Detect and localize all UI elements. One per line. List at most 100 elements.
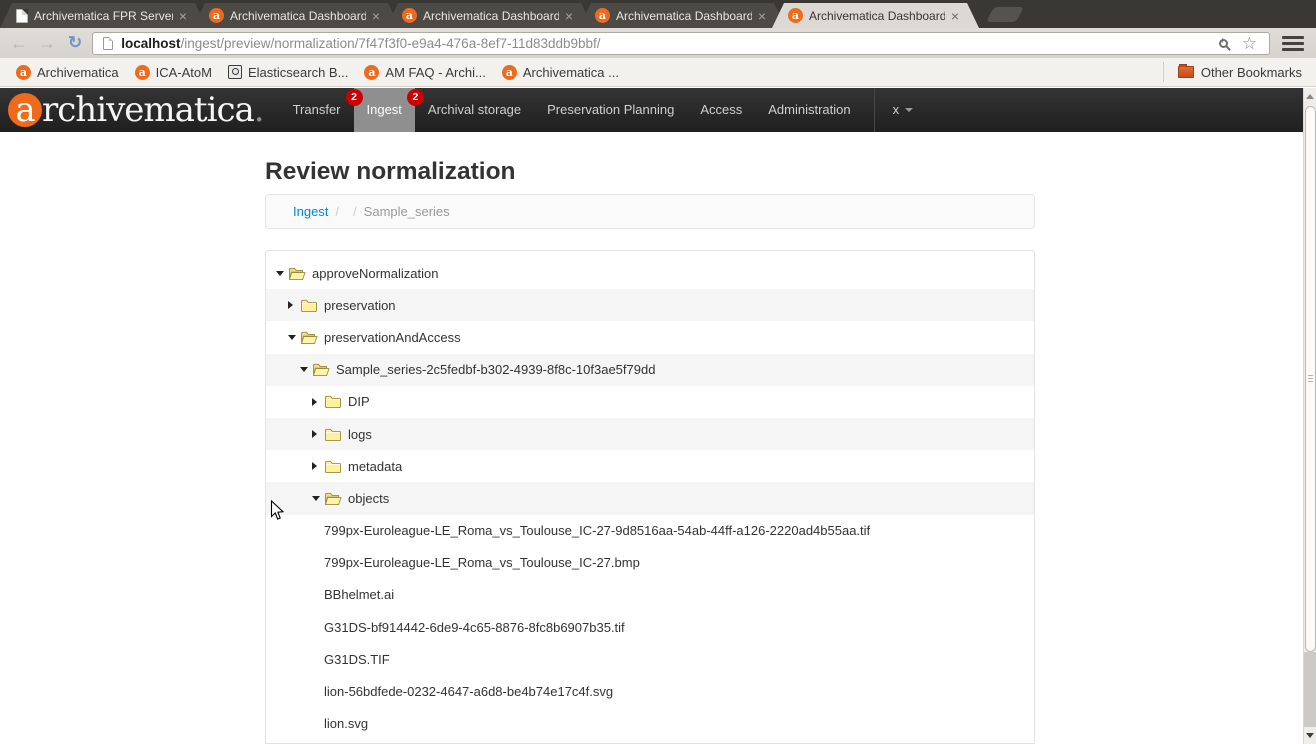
- bookmark-star-icon[interactable]: ☆: [1242, 35, 1257, 52]
- collapse-arrow-icon[interactable]: [312, 496, 324, 501]
- expand-arrow-icon[interactable]: [312, 398, 324, 406]
- browser-tab-strip: Archivematica FPR Server× a Archivematica …: [0, 0, 1316, 28]
- file-name[interactable]: 799px-Euroleague-LE_Roma_vs_Toulouse_IC-…: [324, 555, 640, 570]
- tree-folder-row[interactable]: logs: [266, 418, 1034, 450]
- archivematica-icon: a: [595, 8, 610, 23]
- folder-name[interactable]: preservation: [324, 298, 396, 313]
- breadcrumb-separator: /: [346, 204, 364, 219]
- tree-file-row[interactable]: lion.svg: [266, 708, 1034, 740]
- file-name[interactable]: 799px-Euroleague-LE_Roma_vs_Toulouse_IC-…: [324, 523, 870, 538]
- bookmark-item[interactable]: aArchivematica ...: [502, 65, 619, 80]
- tree-file-row[interactable]: 799px-Euroleague-LE_Roma_vs_Toulouse_IC-…: [266, 515, 1034, 547]
- bookmarks-container: aArchivematica aICA-AtoM Elasticsearch B..…: [0, 65, 619, 80]
- bookmark-item[interactable]: aICA-AtoM: [135, 65, 212, 80]
- tab-title: Archivematica Dashboard: [616, 9, 752, 23]
- collapse-arrow-icon[interactable]: [300, 367, 312, 372]
- bookmarks-bar: aArchivematica aICA-AtoM Elasticsearch B..…: [0, 58, 1316, 87]
- file-name[interactable]: G31DS.TIF: [324, 652, 390, 667]
- nav-item-archival-storage[interactable]: Archival storage: [415, 88, 534, 132]
- bookmark-item[interactable]: a AM FAQ - Archi...: [364, 65, 485, 80]
- mouse-cursor: [270, 500, 285, 521]
- tab-close-icon[interactable]: ×: [179, 9, 187, 23]
- bookmark-item[interactable]: Elasticsearch B...: [228, 65, 348, 80]
- nav-item-label: Transfer: [293, 102, 341, 117]
- tree-file-row[interactable]: lion-56bdfede-0232-4647-a6d8-be4b74e17c4…: [266, 675, 1034, 707]
- breadcrumb-current: Sample_series: [364, 204, 450, 219]
- nav-item-preservation-planning[interactable]: Preservation Planning: [534, 88, 687, 132]
- file-name[interactable]: G31DS-bf914442-6de9-4c65-8876-8fc8b6907b…: [324, 620, 625, 635]
- main-nav: Transfer2Ingest2Archival storage Preserva…: [280, 88, 864, 132]
- bookmark-item[interactable]: aArchivematica: [16, 65, 119, 80]
- nav-item-administration[interactable]: Administration: [755, 88, 863, 132]
- forward-icon[interactable]: →: [38, 34, 56, 52]
- tree-file-row[interactable]: 799px-Euroleague-LE_Roma_vs_Toulouse_IC-…: [266, 547, 1034, 579]
- folder-name[interactable]: Sample_series-2c5fedbf-b302-4939-8f8c-10…: [336, 362, 655, 377]
- new-tab-button[interactable]: [986, 7, 1024, 22]
- expand-arrow-icon[interactable]: [312, 430, 324, 438]
- folder-closed-icon: [324, 394, 342, 409]
- browser-tab[interactable]: a Archivematica Dashboard ×: [579, 3, 786, 28]
- nav-item-label: Preservation Planning: [547, 102, 674, 117]
- archivematica-icon: a: [402, 8, 417, 23]
- tab-close-icon[interactable]: ×: [372, 9, 380, 23]
- back-icon[interactable]: ←: [10, 34, 28, 52]
- zoom-icon[interactable]: [1219, 39, 1228, 48]
- file-name[interactable]: lion-56bdfede-0232-4647-a6d8-be4b74e17c4…: [324, 684, 613, 699]
- folder-name[interactable]: objects: [348, 491, 389, 506]
- folder-name[interactable]: metadata: [348, 459, 402, 474]
- tab-close-icon[interactable]: ×: [565, 9, 573, 23]
- archivematica-icon: a: [364, 65, 379, 80]
- reload-icon[interactable]: ↻: [68, 33, 82, 53]
- browser-tab[interactable]: Archivematica FPR Server×: [0, 3, 207, 28]
- tab-close-icon[interactable]: ×: [758, 9, 766, 23]
- folder-name[interactable]: DIP: [348, 394, 370, 409]
- folder-open-icon: [324, 491, 342, 506]
- file-name[interactable]: BBhelmet.ai: [324, 587, 394, 602]
- elasticsearch-icon: [228, 65, 242, 79]
- tree-folder-row[interactable]: DIP: [266, 386, 1034, 418]
- archivematica-logo[interactable]: archivematica.: [8, 90, 264, 130]
- tree-folder-row[interactable]: preservation: [266, 289, 1034, 321]
- collapse-arrow-icon[interactable]: [288, 335, 300, 340]
- folder-name[interactable]: logs: [348, 427, 372, 442]
- expand-arrow-icon[interactable]: [312, 462, 324, 470]
- nav-item-label: Access: [700, 102, 742, 117]
- user-menu[interactable]: x: [874, 88, 932, 132]
- browser-tab[interactable]: aArchivematica Dashboard×: [772, 3, 979, 28]
- nav-item-access[interactable]: Access: [687, 88, 755, 132]
- expand-arrow-icon[interactable]: [288, 301, 300, 309]
- address-bar[interactable]: localhost /ingest/preview/normalization/…: [92, 32, 1270, 55]
- nav-item-transfer[interactable]: Transfer2: [280, 88, 354, 132]
- tree-file-row[interactable]: G31DS.TIF: [266, 643, 1034, 675]
- tree-folder-row[interactable]: metadata: [266, 450, 1034, 482]
- browser-tab[interactable]: aArchivematica Dashboard×: [386, 3, 593, 28]
- tree-folder-row[interactable]: approveNormalization: [266, 257, 1034, 289]
- folder-name[interactable]: preservationAndAccess: [324, 330, 461, 345]
- folder-name[interactable]: approveNormalization: [312, 266, 438, 281]
- browser-menu-icon[interactable]: [1282, 36, 1304, 51]
- scroll-up-icon[interactable]: [1304, 88, 1316, 105]
- tree-file-row[interactable]: G31DS-bf914442-6de9-4c65-8876-8fc8b6907b…: [266, 611, 1034, 643]
- tree-folder-row[interactable]: Sample_series-2c5fedbf-b302-4939-8f8c-10…: [266, 354, 1034, 386]
- breadcrumb-ingest-link[interactable]: Ingest: [293, 204, 328, 219]
- normalization-tree-panel: approveNormalization preservation preserva…: [265, 250, 1035, 744]
- browser-tab[interactable]: aArchivematica Dashboard×: [193, 3, 400, 28]
- folder-closed-icon: [324, 427, 342, 442]
- scroll-down-icon[interactable]: [1304, 727, 1316, 744]
- scrollbar-track[interactable]: [1304, 652, 1316, 727]
- other-bookmarks-button[interactable]: Other Bookmarks: [1163, 62, 1316, 82]
- tree-file-row[interactable]: BBhelmet.ai: [266, 579, 1034, 611]
- chevron-down-icon: [905, 108, 913, 112]
- archivematica-icon: a: [788, 8, 803, 23]
- scrollbar-grip: [1308, 375, 1313, 384]
- tree-folder-row[interactable]: objects: [266, 482, 1034, 514]
- file-name[interactable]: lion.svg: [324, 716, 368, 731]
- tree-folder-row[interactable]: preservationAndAccess: [266, 321, 1034, 353]
- nav-item-ingest[interactable]: Ingest2: [354, 88, 415, 132]
- scrollbar-thumb[interactable]: [1305, 106, 1316, 652]
- bookmark-label: Elasticsearch B...: [248, 65, 348, 80]
- collapse-arrow-icon[interactable]: [276, 271, 288, 276]
- bookmark-label: AM FAQ - Archi...: [385, 65, 485, 80]
- archivematica-icon: a: [16, 65, 31, 80]
- tab-close-icon[interactable]: ×: [951, 9, 959, 23]
